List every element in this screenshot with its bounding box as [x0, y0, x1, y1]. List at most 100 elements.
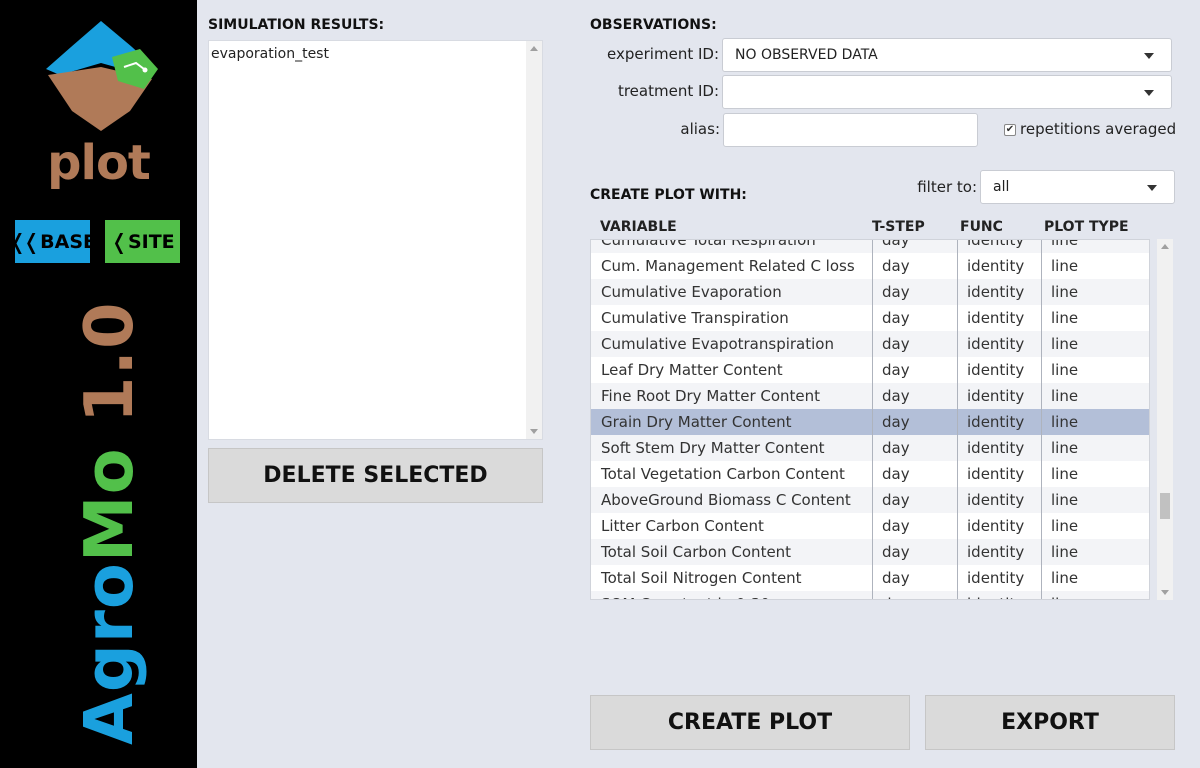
table-row[interactable]: Total Vegetation Carbon Content day identi… [591, 461, 1149, 487]
column-header-func[interactable]: FUNC [960, 219, 1003, 235]
plot-type-cell: line [1041, 253, 1149, 279]
func-cell: identity [957, 253, 1041, 279]
tstep-cell: day [872, 279, 957, 305]
variable-cell: SOM C content in 0-30 cm [591, 591, 872, 599]
tstep-cell: day [872, 253, 957, 279]
table-row[interactable]: Total Soil Nitrogen Content day identity li… [591, 565, 1149, 591]
variable-cell: Total Soil Nitrogen Content [601, 569, 802, 587]
variable-cell: Cumulative Transpiration [601, 309, 789, 327]
plot-type-cell: line [1041, 279, 1149, 305]
func-cell: identity [957, 461, 1041, 487]
func-cell: identity [957, 240, 1041, 253]
filter-select[interactable]: all [980, 170, 1175, 204]
variable-cell: AboveGround Biomass C Content [601, 491, 851, 509]
title-version: 1.0 [70, 301, 148, 448]
agromo-vertical-title: AgroMo 1.0 [70, 301, 148, 745]
column-header-variable[interactable]: VARIABLE [600, 219, 677, 235]
tstep-cell: day [872, 409, 957, 435]
scroll-down-icon[interactable] [1161, 590, 1169, 595]
plot-type-cell: line [1041, 461, 1149, 487]
tstep-cell: day [872, 513, 957, 539]
logo-wordmark: plot [47, 135, 151, 191]
func-cell: identity [957, 279, 1041, 305]
chevron-left-icon: ❬ [110, 229, 127, 254]
table-row[interactable]: Cumulative Evapotranspiration day identity… [591, 331, 1149, 357]
scroll-down-icon[interactable] [530, 429, 538, 434]
list-scrollbar[interactable] [526, 41, 542, 439]
site-nav-button[interactable]: ❬ SITE [105, 220, 180, 263]
func-cell: identity [957, 383, 1041, 409]
tstep-cell: day [872, 461, 957, 487]
experiment-id-label: experiment ID: [607, 45, 719, 63]
treatment-id-select[interactable] [722, 75, 1172, 109]
tstep-cell: day [872, 357, 957, 383]
table-row[interactable]: Cum. Management Related C loss day identit… [591, 253, 1149, 279]
variable-cell: Total Soil Carbon Content [601, 543, 792, 561]
scroll-up-icon[interactable] [530, 46, 538, 51]
plot-type-cell: line [1041, 305, 1149, 331]
table-body[interactable]: Cumulative Total Respiration day identity l… [590, 239, 1150, 600]
func-cell: identity [957, 513, 1041, 539]
list-item[interactable]: evaporation_test [211, 46, 329, 62]
variable-cell: Cumulative Evapotranspiration [601, 335, 834, 353]
tstep-cell: day [872, 240, 957, 253]
create-plot-heading: CREATE PLOT WITH: [590, 187, 747, 203]
alias-label: alias: [680, 120, 720, 138]
site-nav-label: SITE [127, 230, 175, 253]
variable-cell: Grain Dry Matter Content [601, 413, 792, 431]
table-row[interactable]: Leaf Dry Matter Content day identity line [591, 357, 1149, 383]
variable-cell: Total Vegetation Carbon Content [601, 465, 845, 483]
plot-type-cell: line [1041, 539, 1149, 565]
create-plot-button[interactable]: CREATE PLOT [590, 695, 910, 750]
func-cell: identity [957, 305, 1041, 331]
func-cell: identity [957, 331, 1041, 357]
plot-type-cell: line [1041, 383, 1149, 409]
repetitions-averaged-checkbox[interactable]: ✔ [1004, 124, 1016, 136]
experiment-id-select[interactable]: NO OBSERVED DATA [722, 38, 1172, 72]
delete-selected-button[interactable]: DELETE SELECTED [208, 448, 543, 503]
table-row[interactable]: Cumulative Transpiration day identity line [591, 305, 1149, 331]
tstep-cell: day [872, 591, 957, 599]
tstep-cell: day [872, 487, 957, 513]
table-row[interactable]: AboveGround Biomass C Content day identity… [591, 487, 1149, 513]
scroll-up-icon[interactable] [1161, 244, 1169, 249]
table-row[interactable]: Cumulative Evaporation day identity line [591, 279, 1149, 305]
table-row[interactable]: Litter Carbon Content day identity line [591, 513, 1149, 539]
func-cell: identity [957, 565, 1041, 591]
table-row[interactable]: Total Soil Carbon Content day identity line [591, 539, 1149, 565]
variable-table: VARIABLE T-STEP FUNC PLOT TYPE Cumulativ… [590, 215, 1175, 600]
plot-type-cell: line [1041, 591, 1149, 599]
simulation-results-list[interactable]: evaporation_test [208, 40, 543, 440]
base-nav-button[interactable]: ❬❬ BASE [9, 220, 96, 263]
table-scrollbar[interactable] [1157, 239, 1173, 600]
table-row[interactable]: Fine Root Dry Matter Content day identity l… [591, 383, 1149, 409]
title-agro: Agro [70, 562, 148, 745]
tstep-cell: day [872, 565, 957, 591]
variable-cell: Cum. Management Related C loss [601, 257, 855, 275]
simulation-results-heading: SIMULATION RESULTS: [208, 17, 385, 33]
filter-value: all [993, 179, 1010, 195]
plot-type-cell: line [1041, 240, 1149, 253]
table-row[interactable]: Grain Dry Matter Content day identity line [591, 409, 1149, 435]
func-cell: identity [957, 357, 1041, 383]
plot-type-cell: line [1041, 357, 1149, 383]
caret-down-icon [1144, 90, 1154, 96]
scrollbar-thumb[interactable] [1160, 493, 1170, 519]
filter-label: filter to: [917, 178, 977, 196]
variable-cell: Cumulative Evaporation [601, 283, 782, 301]
column-header-tstep[interactable]: T-STEP [872, 219, 925, 235]
caret-down-icon [1144, 53, 1154, 59]
title-mo: Mo [70, 447, 148, 563]
alias-input[interactable] [723, 113, 978, 147]
table-row[interactable]: Soft Stem Dry Matter Content day identity l… [591, 435, 1149, 461]
func-cell: identity [957, 435, 1041, 461]
column-header-plot-type[interactable]: PLOT TYPE [1044, 219, 1129, 235]
tstep-cell: day [872, 305, 957, 331]
table-row[interactable]: SOM C content in 0-30 cmdayidentityline [591, 591, 1149, 599]
table-header: VARIABLE T-STEP FUNC PLOT TYPE [590, 215, 1147, 239]
caret-down-icon [1147, 185, 1157, 191]
table-row[interactable]: Cumulative Total Respiration day identity l… [591, 240, 1149, 253]
plot-type-cell: line [1041, 409, 1149, 435]
export-button[interactable]: EXPORT [925, 695, 1175, 750]
tstep-cell: day [872, 383, 957, 409]
